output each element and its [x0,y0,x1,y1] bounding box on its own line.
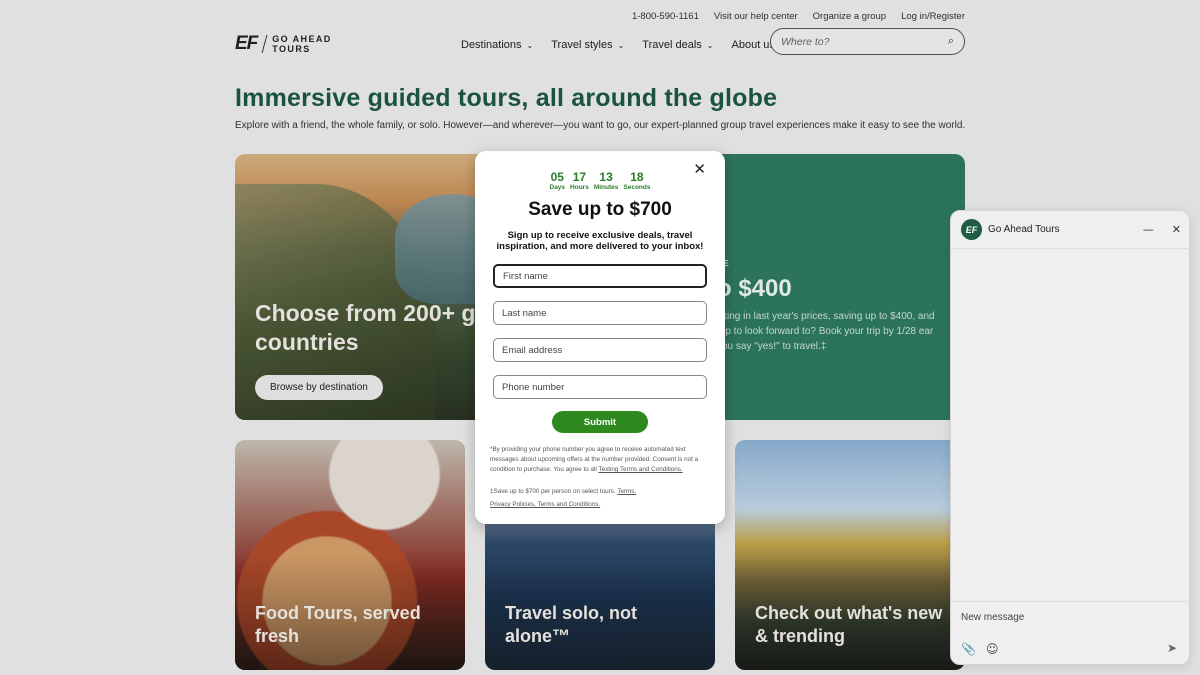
chat-header: EF Go Ahead Tours — ✕ [951,211,1191,249]
chat-widget: EF Go Ahead Tours — ✕ 📎 ☺ ➤ [950,210,1191,665]
first-name-field[interactable] [493,264,707,288]
chevron-down-icon: ⌄ [706,40,714,50]
countdown-label: Minutes [593,184,619,191]
countdown-number: 18 [630,170,644,184]
logo-line-1: GO AHEAD [272,34,332,44]
countdown-minutes: 13 Minutes [594,170,619,192]
main-nav: Destinations ⌄ Travel styles ⌄ Travel de… [461,39,787,51]
email-field[interactable] [493,338,707,362]
savings-disclaimer: ‡Save up to $700 per person on select to… [490,487,712,497]
modal-title: Save up to $700 [528,199,672,220]
countdown-number: 13 [599,170,613,184]
nav-label: Travel styles [551,39,613,51]
solo-travel-title: Travel solo, not alone™ [505,603,638,646]
countdown-label: Seconds [623,184,651,191]
organize-group-link[interactable]: Organize a group [813,11,886,22]
countdown-label: Hours [570,184,589,191]
chat-compose-divider [951,601,1191,602]
countdown-seconds: 18 Seconds [623,170,650,192]
deal-price: o $400 [717,275,792,302]
nav-label: Travel deals [642,39,702,51]
privacy-terms-link[interactable]: Privacy Policies, Terms and Conditions. [490,501,600,508]
search-box: ⌕ [770,28,965,55]
search-input[interactable] [781,35,948,48]
signup-modal: ✕ 05 Days 17 Hours 13 Minutes 18 Seconds… [475,151,725,524]
texting-terms-link[interactable]: Texting Terms and Conditions. [598,466,682,473]
phone-field[interactable] [493,375,707,399]
logo-text: GO AHEAD TOURS [272,34,331,54]
countdown-days: 05 Days [550,170,566,192]
sms-disclaimer: *By providing your phone number you agre… [490,445,712,475]
logo-mark: EF [235,33,258,54]
avatar: EF [961,219,982,240]
browse-destination-button[interactable]: Browse by destination [255,375,383,400]
send-icon[interactable]: ➤ [1167,641,1177,655]
chevron-down-icon: ⌄ [617,40,625,50]
last-name-field[interactable] [493,301,707,325]
login-link[interactable]: Log in/Register [901,11,965,22]
countdown-timer: 05 Days 17 Hours 13 Minutes 18 Seconds [475,170,725,192]
terms-link[interactable]: Terms. [617,488,636,495]
emoji-icon[interactable]: ☺ [986,642,999,656]
chevron-down-icon: ⌄ [526,40,534,50]
page-subtitle: Explore with a friend, the whole family,… [235,120,966,131]
nav-label: About us [731,39,775,51]
page-title: Immersive guided tours, all around the g… [235,84,778,112]
privacy-line: Privacy Policies, Terms and Conditions. [490,500,712,510]
search-icon[interactable]: ⌕ [948,35,954,48]
chat-title: Go Ahead Tours [988,224,1060,235]
close-icon[interactable]: ✕ [1172,223,1181,236]
deal-description: cking in last year's prices, saving up t… [717,311,935,352]
help-center-link[interactable]: Visit our help center [714,11,798,22]
phone-link[interactable]: 1-800-590-1161 [632,11,699,22]
minimize-icon[interactable]: — [1143,223,1154,236]
savings-disclaimer-text: ‡Save up to $700 per person on select to… [490,488,616,495]
trending-card[interactable]: Check out what's new & trending [735,440,965,670]
nav-travel-deals[interactable]: Travel deals ⌄ [642,39,713,51]
deal-card[interactable]: LE o $400 cking in last year's prices, s… [695,154,965,420]
food-tours-card[interactable]: Food Tours, served fresh [235,440,465,670]
countdown-number: 05 [550,170,564,184]
countdown-label: Days [549,184,566,191]
brand-logo[interactable]: EF GO AHEAD TOURS [235,33,332,55]
trending-title: Check out what's new & trending [755,603,943,646]
food-tours-title: Food Tours, served fresh [255,603,421,646]
countdown-number: 17 [572,170,587,184]
logo-divider [261,35,268,53]
chat-message-input[interactable] [961,612,1181,623]
modal-lead: Sign up to receive exclusive deals, trav… [496,230,704,252]
nav-label: Destinations [461,39,522,51]
nav-destinations[interactable]: Destinations ⌄ [461,39,533,51]
chat-tools: 📎 ☺ [961,642,998,656]
submit-button[interactable]: Submit [552,411,648,433]
nav-travel-styles[interactable]: Travel styles ⌄ [551,39,624,51]
logo-line-2: TOURS [272,44,311,54]
paperclip-icon[interactable]: 📎 [961,642,976,656]
utility-bar: 1-800-590-1161 Visit our help center Org… [632,11,965,22]
countdown-hours: 17 Hours [570,170,589,192]
